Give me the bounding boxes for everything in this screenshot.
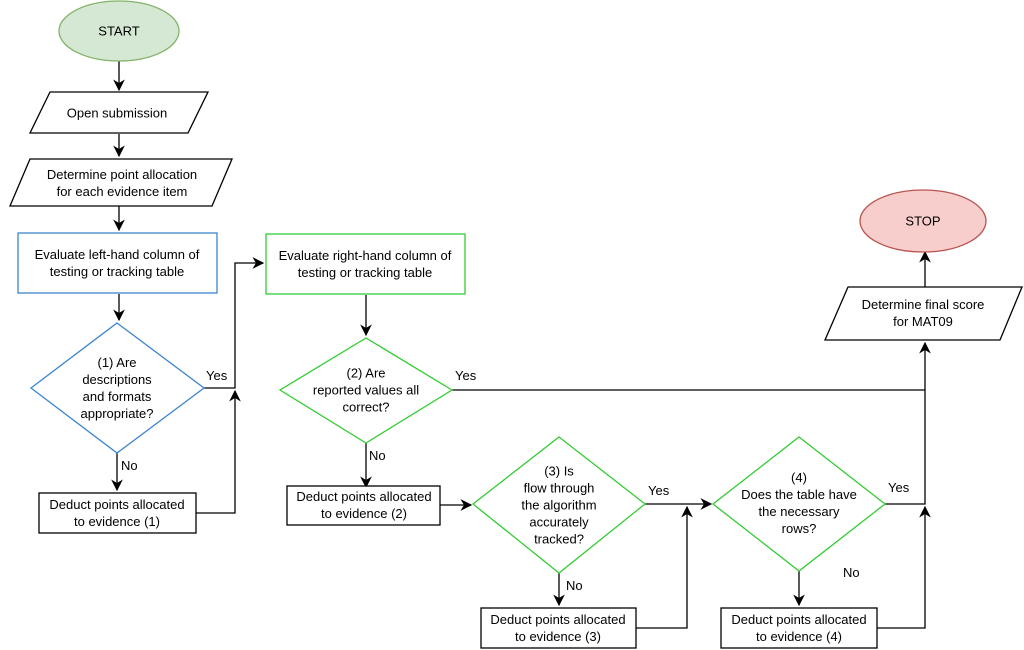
- node-text-line: Does the table have: [741, 487, 857, 502]
- node-text-line: STOP: [905, 214, 940, 229]
- node-text-line: Deduct points allocated: [296, 489, 431, 504]
- node-text-line: Determine final score: [862, 297, 985, 312]
- node-eval-left: Evaluate left-hand column of testing or t…: [17, 232, 218, 294]
- edge-deduct1-merge: [196, 389, 241, 514]
- node-stop: STOP: [859, 189, 987, 253]
- node-text-line: tracked?: [534, 532, 584, 547]
- node-text-line: to evidence (1): [74, 514, 160, 529]
- node-text-line: the algorithm: [521, 498, 596, 513]
- node-text-line: Deduct points allocated: [731, 612, 866, 627]
- node-text-line: rows?: [782, 521, 817, 536]
- node-text-line: for each evidence item: [57, 184, 188, 199]
- label-d2-no: No: [369, 448, 386, 463]
- label-d1-yes: Yes: [206, 368, 228, 383]
- label-d1-no: No: [121, 458, 138, 473]
- node-text-line: correct?: [343, 400, 390, 415]
- flowchart-canvas: Yes No Yes No Yes No Yes No START Open s…: [9, 0, 1023, 649]
- node-final-score: Determine final score for MAT09: [824, 286, 1023, 341]
- node-text-line: START: [98, 24, 139, 39]
- edge-deduct4-merge: [877, 505, 931, 629]
- node-text-line: descriptions: [82, 372, 152, 387]
- node-text-line: (1) Are: [97, 355, 136, 370]
- node-eval-right: Evaluate right-hand column of testing or …: [265, 233, 466, 295]
- node-stop-text: STOP: [905, 214, 940, 229]
- node-text-line: Deduct points allocated: [490, 612, 625, 627]
- node-text-line: Evaluate right-hand column of: [279, 248, 452, 263]
- node-text-line: Determine point allocation: [47, 167, 197, 182]
- label-d4-no: No: [843, 565, 860, 580]
- label-d4-yes: Yes: [888, 480, 910, 495]
- node-decision-2: (2) Are reported values all correct?: [278, 337, 454, 444]
- node-text-line: Deduct points allocated: [49, 497, 184, 512]
- node-text-line: to evidence (4): [756, 629, 842, 644]
- node-text-line: reported values all: [313, 383, 419, 398]
- node-text-line: Open submission: [67, 106, 167, 121]
- node-decision-3: (3) Is flow through the algorithm accuratel…: [471, 436, 647, 574]
- node-text-line: flow through: [524, 481, 595, 496]
- node-decision-4: (4) Does the table have the necessary rows?: [711, 436, 887, 572]
- node-text-line: testing or tracking table: [50, 264, 184, 279]
- node-open-submission: Open submission: [28, 91, 210, 134]
- node-deduct-2: Deduct points allocated to evidence (2): [286, 485, 441, 526]
- node-text-line: Evaluate left-hand column of: [35, 247, 200, 262]
- node-deduct-3: Deduct points allocated to evidence (3): [480, 607, 637, 649]
- label-d3-yes: Yes: [648, 483, 670, 498]
- node-text-line: accurately: [529, 515, 589, 530]
- node-text-line: appropriate?: [81, 406, 154, 421]
- node-open-submission-text: Open submission: [67, 106, 167, 121]
- label-d3-no: No: [566, 578, 583, 593]
- node-text-line: the necessary: [759, 504, 840, 519]
- node-determine-allocation: Determine point allocation for each evide…: [9, 158, 233, 207]
- node-text-line: (2) Are: [346, 366, 385, 381]
- node-deduct-1: Deduct points allocated to evidence (1): [38, 492, 197, 534]
- label-d2-yes: Yes: [455, 368, 477, 383]
- edge-deduct3-merge: [636, 505, 693, 629]
- node-start: START: [58, 0, 180, 62]
- node-text-line: and formats: [83, 389, 152, 404]
- node-decision-1: (1) Are descriptions and formats appropriat…: [29, 322, 206, 454]
- node-text-line: testing or tracking table: [298, 265, 432, 280]
- node-text-line: for MAT09: [893, 314, 953, 329]
- node-text-line: (3) Is: [544, 464, 574, 479]
- node-text-line: to evidence (3): [515, 629, 601, 644]
- node-deduct-4: Deduct points allocated to evidence (4): [720, 607, 878, 649]
- node-start-text: START: [98, 24, 139, 39]
- node-text-line: to evidence (2): [321, 506, 407, 521]
- node-text-line: (4): [791, 470, 807, 485]
